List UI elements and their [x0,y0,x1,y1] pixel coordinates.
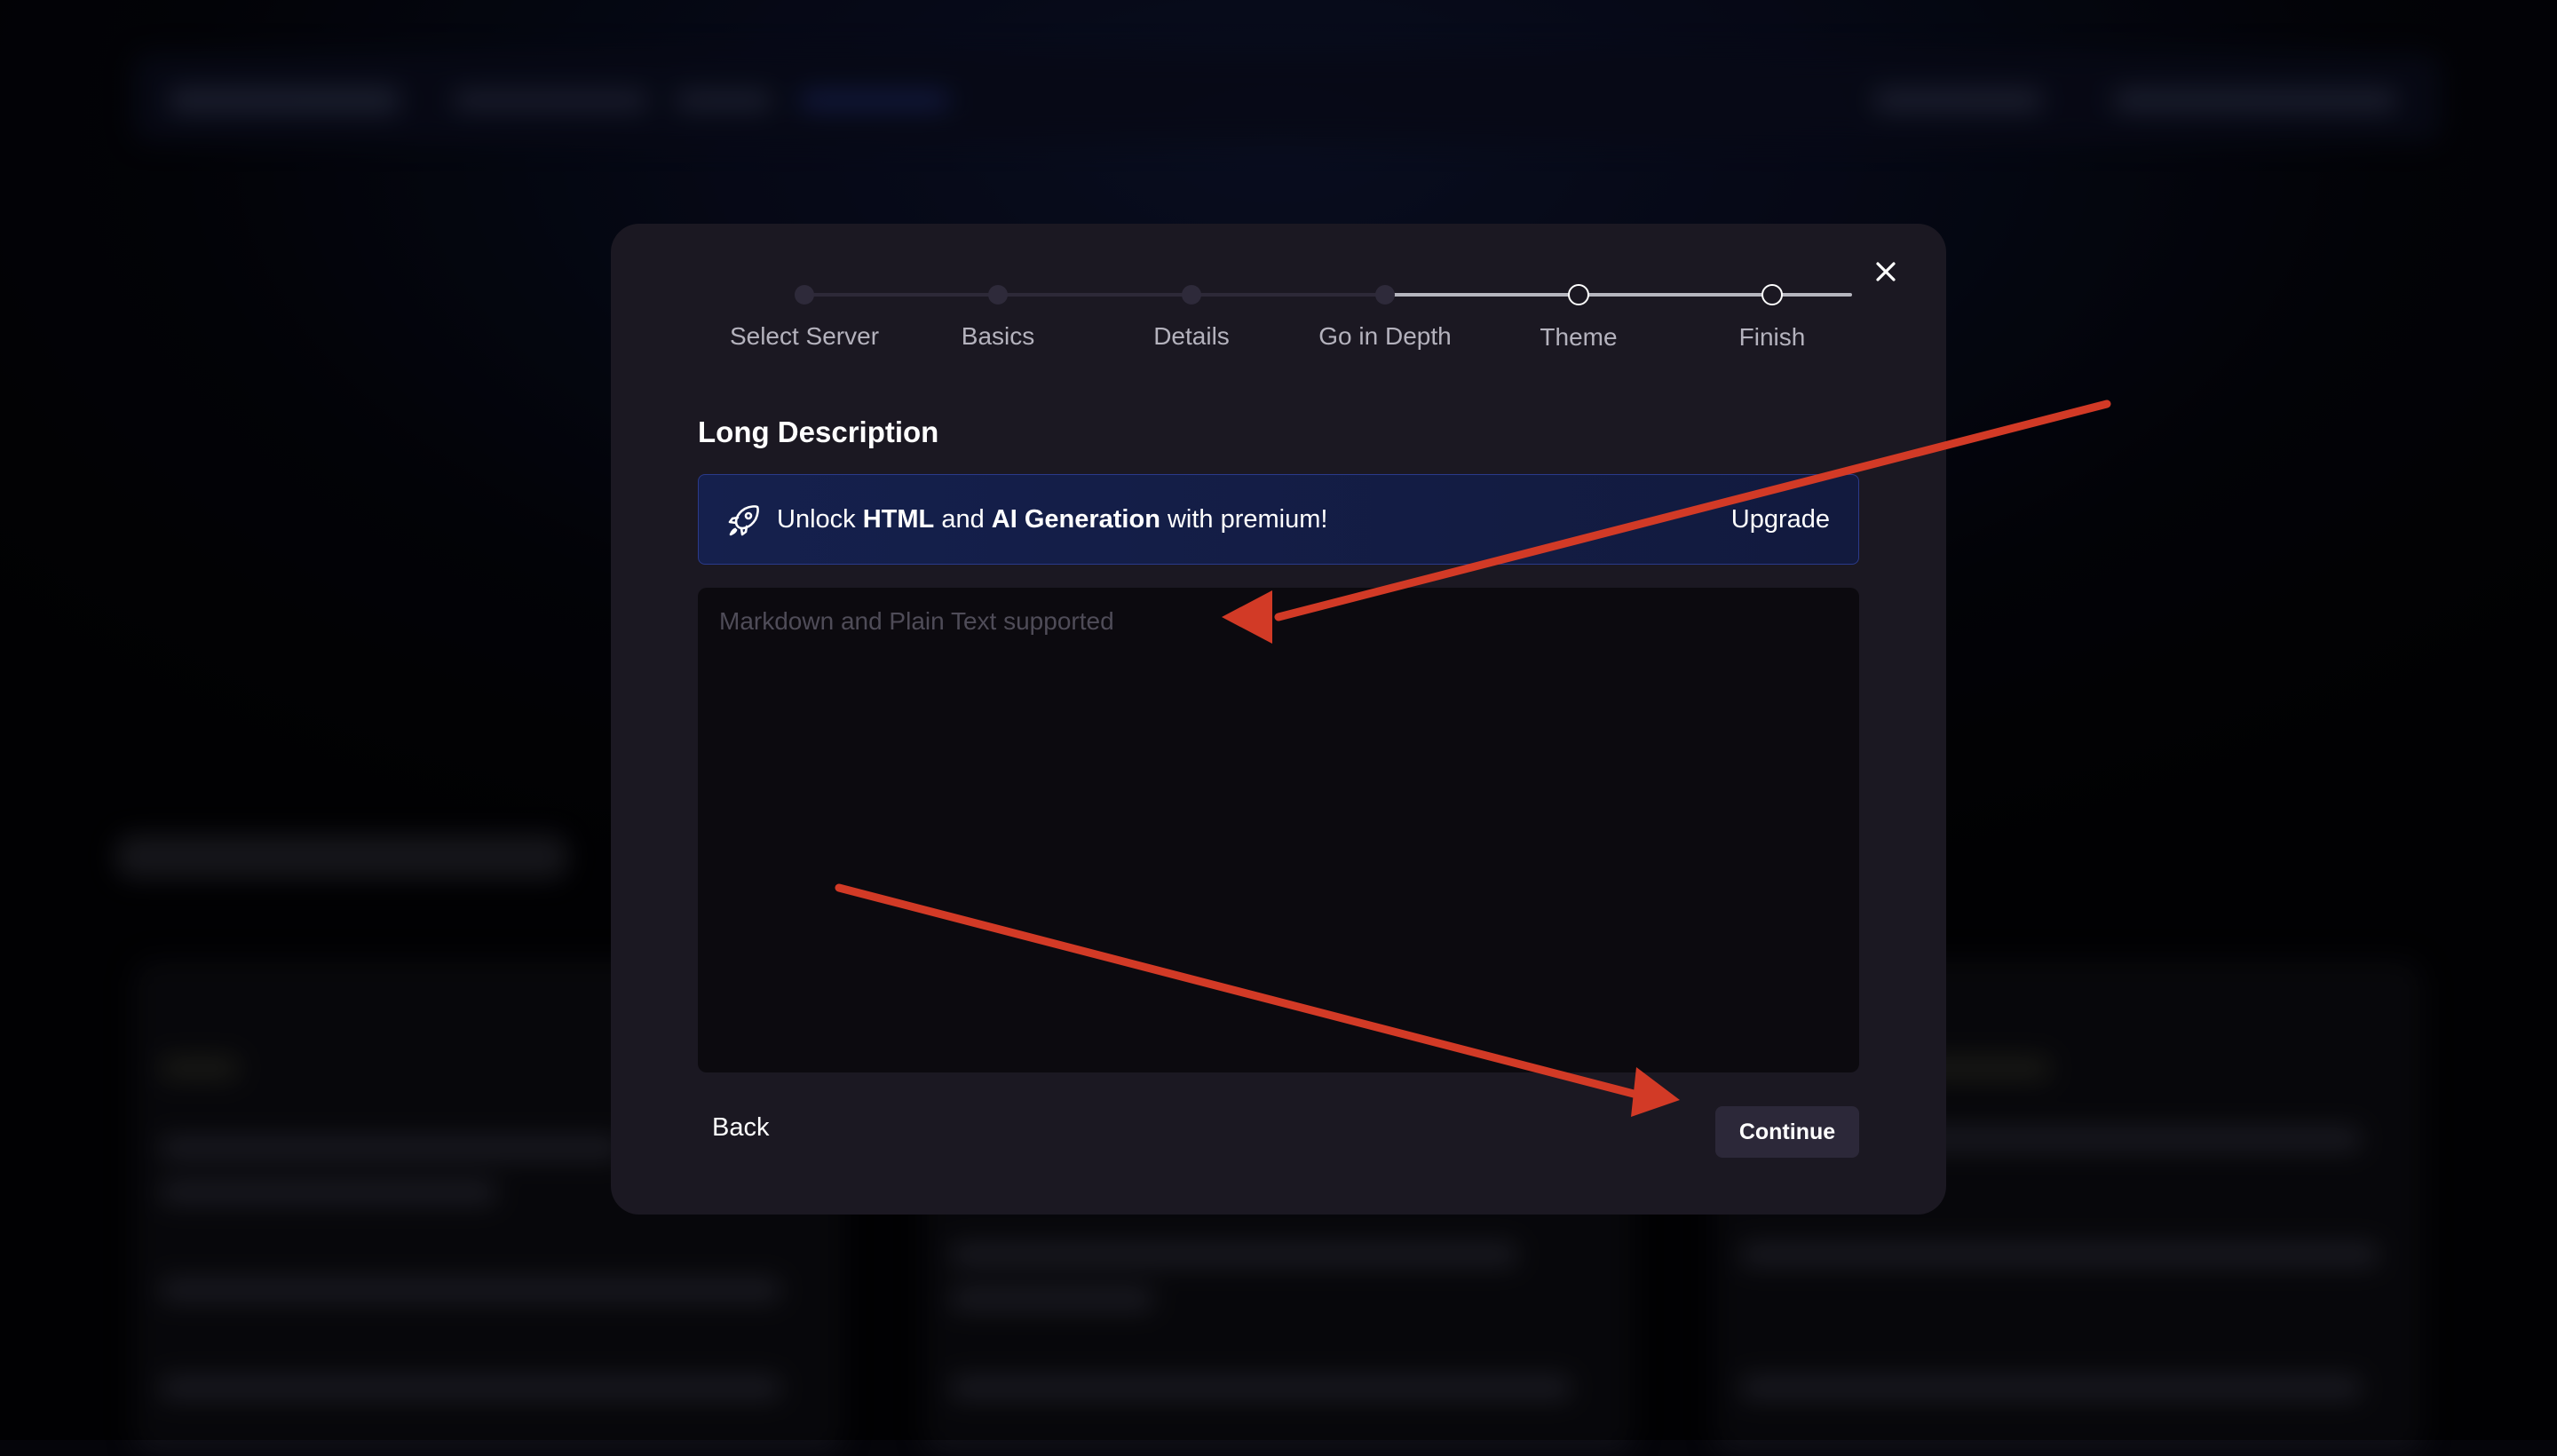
step-label: Finish [1738,323,1806,351]
continue-button[interactable]: Continue [1715,1106,1859,1158]
upgrade-button[interactable]: Upgrade [1731,475,1830,564]
step-dot [1568,284,1589,305]
step-dot [988,285,1008,305]
section-title: Long Description [698,415,939,448]
step-dot [1375,285,1395,305]
step-dot [1761,284,1783,305]
step-dot [1182,285,1201,305]
create-listing-modal: Select Server Basics Details Go in Depth… [611,224,1946,1215]
progress-stepper: Select Server Basics Details Go in Depth… [611,282,1946,362]
rocket-icon [728,505,759,536]
step-finish[interactable]: Finish [1657,282,1888,352]
step-dot [795,285,814,305]
long-description-textarea[interactable] [698,588,1859,1072]
premium-banner-text: Unlock HTML and AI Generation with premi… [777,505,1328,534]
back-button[interactable]: Back [698,1103,783,1152]
premium-banner: Unlock HTML and AI Generation with premi… [698,474,1859,565]
